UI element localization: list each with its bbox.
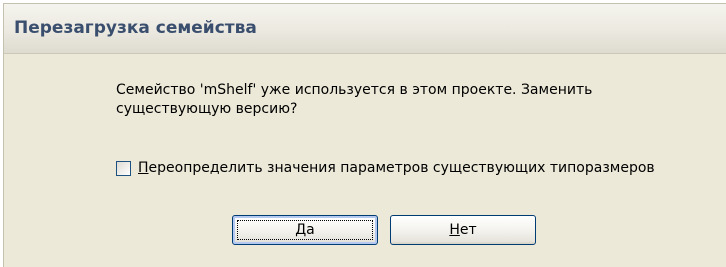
override-parameters-label[interactable]: Переопределить значения параметров сущес… [138, 159, 698, 178]
yes-button-accelerator: Д [295, 222, 307, 238]
reload-family-dialog: Перезагрузка семейства Семейство 'mShelf… [3, 3, 726, 267]
dialog-title: Перезагрузка семейства [14, 18, 257, 38]
yes-button[interactable]: Да [232, 215, 378, 245]
override-parameters-accelerator: П [138, 160, 149, 176]
yes-button-label: а [306, 222, 315, 238]
override-parameters-label-text: ереопределить значения параметров сущест… [148, 160, 655, 176]
override-parameters-checkbox[interactable] [116, 161, 131, 176]
dialog-message: Семейство 'mShelf' уже используется в эт… [116, 82, 593, 117]
no-button-label: ет [459, 222, 477, 238]
no-button-accelerator: Н [449, 222, 460, 238]
dialog-titlebar[interactable]: Перезагрузка семейства [4, 4, 726, 54]
no-button[interactable]: Нет [390, 215, 536, 245]
